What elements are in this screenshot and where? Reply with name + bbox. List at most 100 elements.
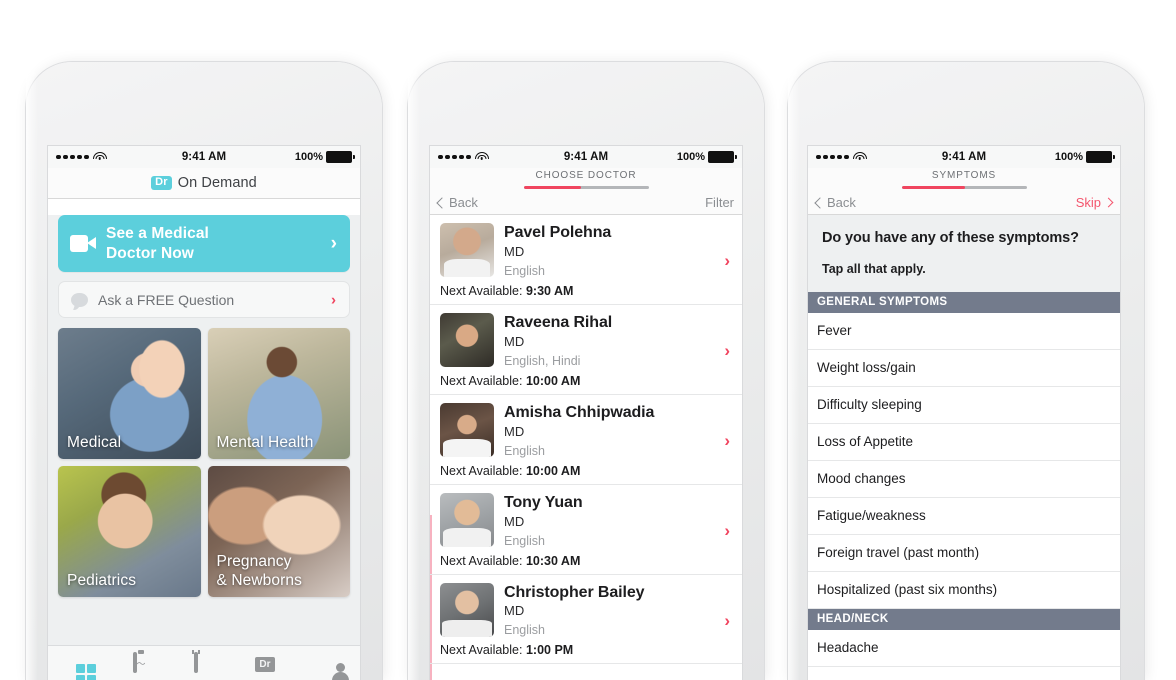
- chevron-right-icon: [1103, 197, 1114, 208]
- symptom-item[interactable]: Loss of Appetite: [808, 424, 1120, 461]
- nav-title-block: SYMPTOMS: [808, 170, 1120, 189]
- skip-label: Skip: [1075, 195, 1101, 210]
- dr-logo-badge: Dr: [151, 175, 172, 191]
- next-available-label: Next Available:: [440, 553, 523, 568]
- chevron-right-icon: ›: [724, 340, 730, 360]
- battery-percent: 100%: [676, 151, 705, 163]
- tile-label: Pediatrics: [67, 571, 137, 589]
- doctor-info: Amisha Chhipwadia MD English: [504, 403, 732, 458]
- phone-screen-3: 9:41 AM 100% Back SYMPTOMS Skip Do you h…: [808, 146, 1120, 680]
- ask-label: Ask a FREE Question: [98, 291, 235, 308]
- back-button[interactable]: Back: [814, 195, 856, 210]
- doctor-list[interactable]: Pavel Polehna MD English › Next Availabl…: [430, 215, 742, 680]
- doctor-info: Christopher Bailey MD English: [504, 583, 732, 638]
- doctor-degree: MD: [504, 603, 525, 619]
- doctor-next-available: Next Available: 10:00 AM: [440, 464, 732, 478]
- phone-screen-2: 9:41 AM 100% Back CHOOSE DOCTOR Filter P…: [430, 146, 742, 680]
- status-bar-1: 9:41 AM 100%: [48, 146, 360, 168]
- battery-icon: [326, 151, 355, 163]
- phone-screen-1: 9:41 AM 100% Dr On Demand See a Medical …: [48, 146, 360, 680]
- filter-button[interactable]: Filter: [705, 195, 734, 210]
- symptom-item[interactable]: Headache: [808, 630, 1120, 667]
- doctor-next-available: Next Available: 10:30 AM: [440, 554, 732, 568]
- doctor-list-item[interactable]: Pavel Polehna MD English › Next Availabl…: [430, 215, 742, 305]
- back-label: Back: [449, 195, 478, 210]
- doctor-name: Amisha Chhipwadia: [504, 403, 655, 421]
- bottom-tab-bar: Dr: [48, 645, 360, 680]
- symptom-item[interactable]: Difficulty sleeping: [808, 387, 1120, 424]
- symptom-item[interactable]: Foreign travel (past month): [808, 535, 1120, 572]
- doctor-name: Raveena Rihal: [504, 313, 613, 331]
- battery-area: 100%: [294, 151, 355, 163]
- doctor-name: Christopher Bailey: [504, 583, 645, 601]
- symptom-item[interactable]: Fatigue/weakness: [808, 498, 1120, 535]
- tile-label-line1: Pregnancy: [216, 553, 292, 571]
- category-tile-grid: Medical Mental Health Pediatrics Pregnan…: [58, 328, 350, 597]
- status-bar-2: 9:41 AM 100%: [430, 146, 742, 168]
- symptoms-content: Do you have any of these symptoms? Tap a…: [808, 215, 1120, 680]
- back-button[interactable]: Back: [436, 195, 478, 210]
- next-available-time: 10:00 AM: [525, 373, 581, 388]
- next-available-time: 10:00 AM: [525, 463, 581, 478]
- doctor-name: Tony Yuan: [504, 493, 583, 511]
- doctor-list-item[interactable]: Christopher Bailey MD English › Next Ava…: [430, 575, 742, 665]
- cta-label-line1: See a Medical: [106, 224, 209, 242]
- see-medical-doctor-now-button[interactable]: See a Medical Doctor Now ›: [58, 215, 350, 272]
- symptom-item[interactable]: Hospitalized (past six months): [808, 572, 1120, 609]
- doctor-next-available: Next Available: 1:00 PM: [440, 643, 732, 657]
- next-available-time: 10:30 AM: [525, 553, 581, 568]
- section-header-head-neck: HEAD/NECK: [808, 609, 1120, 630]
- doctor-list-item[interactable]: Raveena Rihal MD English, Hindi › Next A…: [430, 305, 742, 395]
- skip-button[interactable]: Skip: [1075, 195, 1114, 210]
- progress-bar: [523, 186, 649, 189]
- doctor-avatar: [440, 582, 494, 637]
- tab-appointments[interactable]: [194, 652, 199, 673]
- chevron-right-icon: ›: [330, 232, 337, 254]
- doctor-list-item[interactable]: Amisha Chhipwadia MD English › Next Avai…: [430, 395, 742, 485]
- doctor-summary: Pavel Polehna MD English: [440, 223, 732, 278]
- dr-icon: Dr: [255, 657, 275, 672]
- doctor-languages: English: [504, 533, 545, 548]
- symptom-item[interactable]: Weight loss/gain: [808, 350, 1120, 387]
- nav-bar-choose-doctor: Back CHOOSE DOCTOR Filter: [430, 168, 742, 215]
- doctor-info: Raveena Rihal MD English, Hindi: [504, 313, 732, 368]
- next-available-label: Next Available:: [440, 283, 523, 298]
- page-title: CHOOSE DOCTOR: [535, 170, 637, 181]
- symptom-item[interactable]: Fever: [808, 313, 1120, 350]
- symptom-item[interactable]: Mood changes: [808, 461, 1120, 498]
- category-tile-mental-health[interactable]: Mental Health: [207, 328, 350, 459]
- doctor-languages: English: [504, 263, 545, 278]
- doctor-next-available: Next Available: 9:30 AM: [440, 284, 732, 298]
- marketing-screenshot-stage: 9:41 AM 100% Dr On Demand See a Medical …: [0, 0, 1176, 680]
- symptoms-subtitle: Tap all that apply.: [822, 262, 926, 276]
- doctor-name: Pavel Polehna: [504, 224, 612, 241]
- chevron-right-icon: ›: [724, 430, 730, 450]
- tile-label: Pregnancy & Newborns: [217, 553, 302, 590]
- progress-bar: [901, 186, 1027, 189]
- app-title: On Demand: [177, 175, 257, 191]
- chevron-right-icon: ›: [331, 291, 336, 308]
- doctor-summary: Raveena Rihal MD English, Hindi: [440, 312, 732, 368]
- phone-device-3: 9:41 AM 100% Back SYMPTOMS Skip Do you h…: [788, 62, 1144, 680]
- battery-area: 100%: [676, 151, 737, 163]
- doctor-info: Pavel Polehna MD English: [504, 223, 732, 278]
- category-tile-pregnancy-newborns[interactable]: Pregnancy & Newborns: [207, 466, 350, 597]
- video-camera-icon: [70, 235, 96, 252]
- doctor-avatar: [440, 402, 494, 457]
- tile-label-line2: & Newborns: [216, 571, 302, 589]
- doctor-summary: Amisha Chhipwadia MD English: [440, 402, 732, 458]
- next-available-label: Next Available:: [440, 463, 523, 478]
- category-tile-medical[interactable]: Medical: [58, 328, 201, 459]
- doctor-list-item[interactable]: Tony Yuan MD English › Next Available: 1…: [430, 485, 742, 575]
- progress-fill: [901, 186, 966, 189]
- battery-percent: 100%: [294, 151, 323, 163]
- tab-records[interactable]: [133, 652, 138, 673]
- nav-bar-brand: Dr On Demand: [48, 168, 360, 199]
- tab-doctors[interactable]: Dr: [255, 654, 275, 672]
- clipboard-icon: [133, 652, 138, 673]
- doctor-languages: English: [504, 443, 545, 458]
- ask-free-question-button[interactable]: Ask a FREE Question ›: [58, 281, 350, 318]
- category-tile-pediatrics[interactable]: Pediatrics: [58, 466, 201, 597]
- battery-icon: [708, 151, 737, 163]
- next-available-label: Next Available:: [440, 373, 523, 388]
